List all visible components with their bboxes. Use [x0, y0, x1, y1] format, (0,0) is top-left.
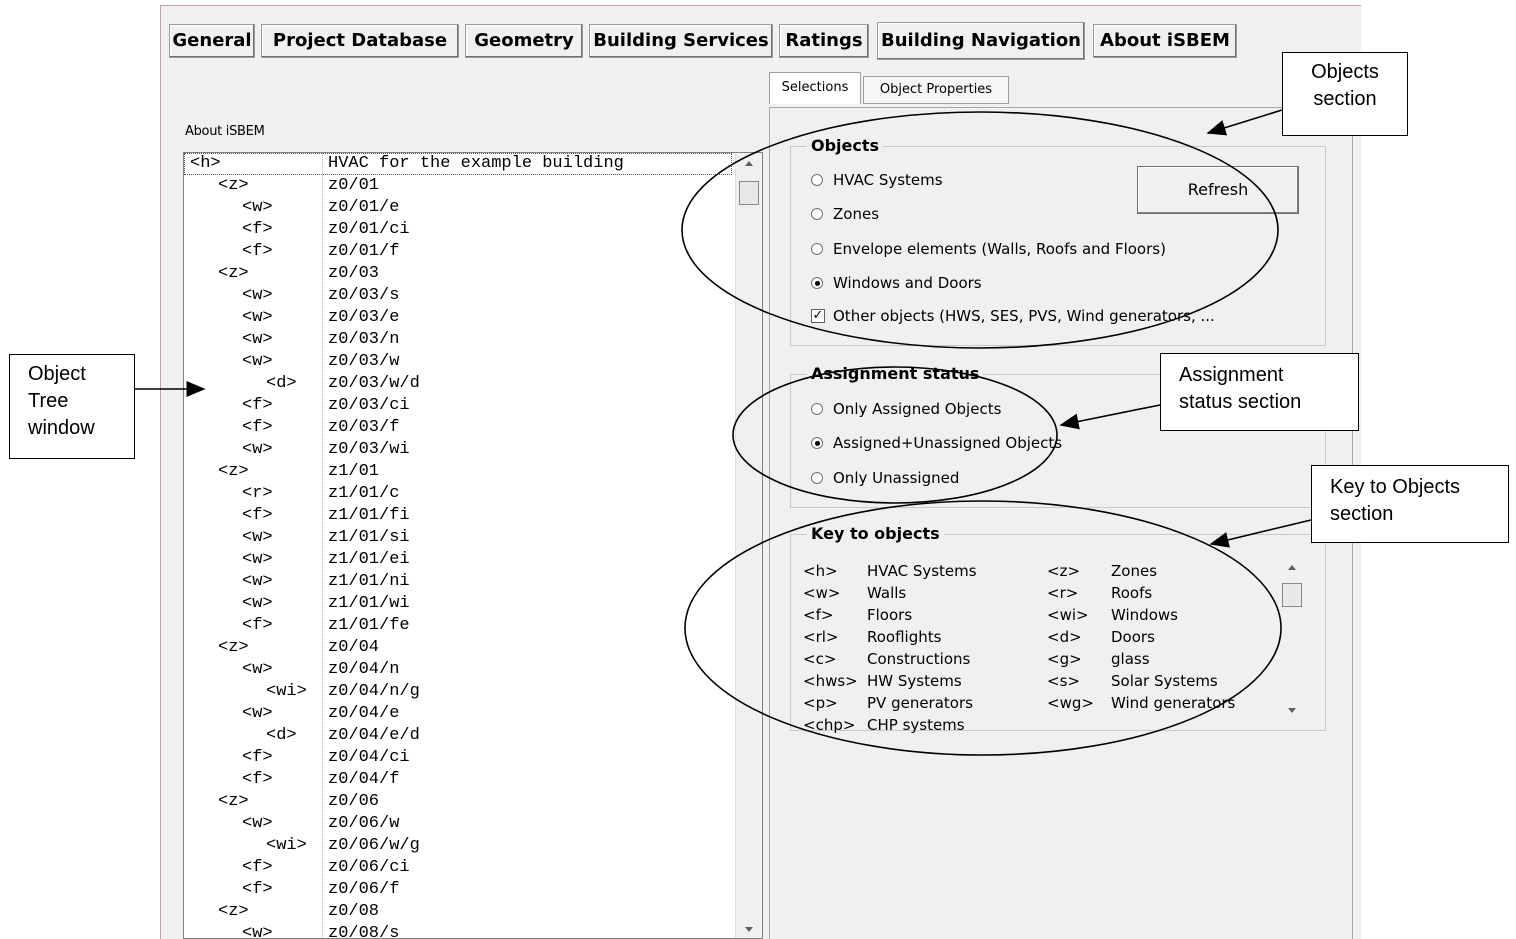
- callout-objects-section: Objects section: [1282, 52, 1408, 136]
- callout-assignment-section: Assignment status section: [1160, 353, 1359, 431]
- key-arrow: [1209, 519, 1312, 548]
- assignment-ellipse: [732, 366, 1058, 504]
- objects-arrow: [1206, 109, 1283, 136]
- objects-ellipse: [681, 111, 1279, 349]
- callout-key-section: Key to Objects section: [1311, 465, 1509, 543]
- annotation-overlay: [135, 109, 1312, 756]
- assignment-arrow: [1059, 404, 1161, 430]
- callout-object-tree: Object Tree window: [9, 354, 135, 459]
- key-ellipse: [684, 500, 1282, 756]
